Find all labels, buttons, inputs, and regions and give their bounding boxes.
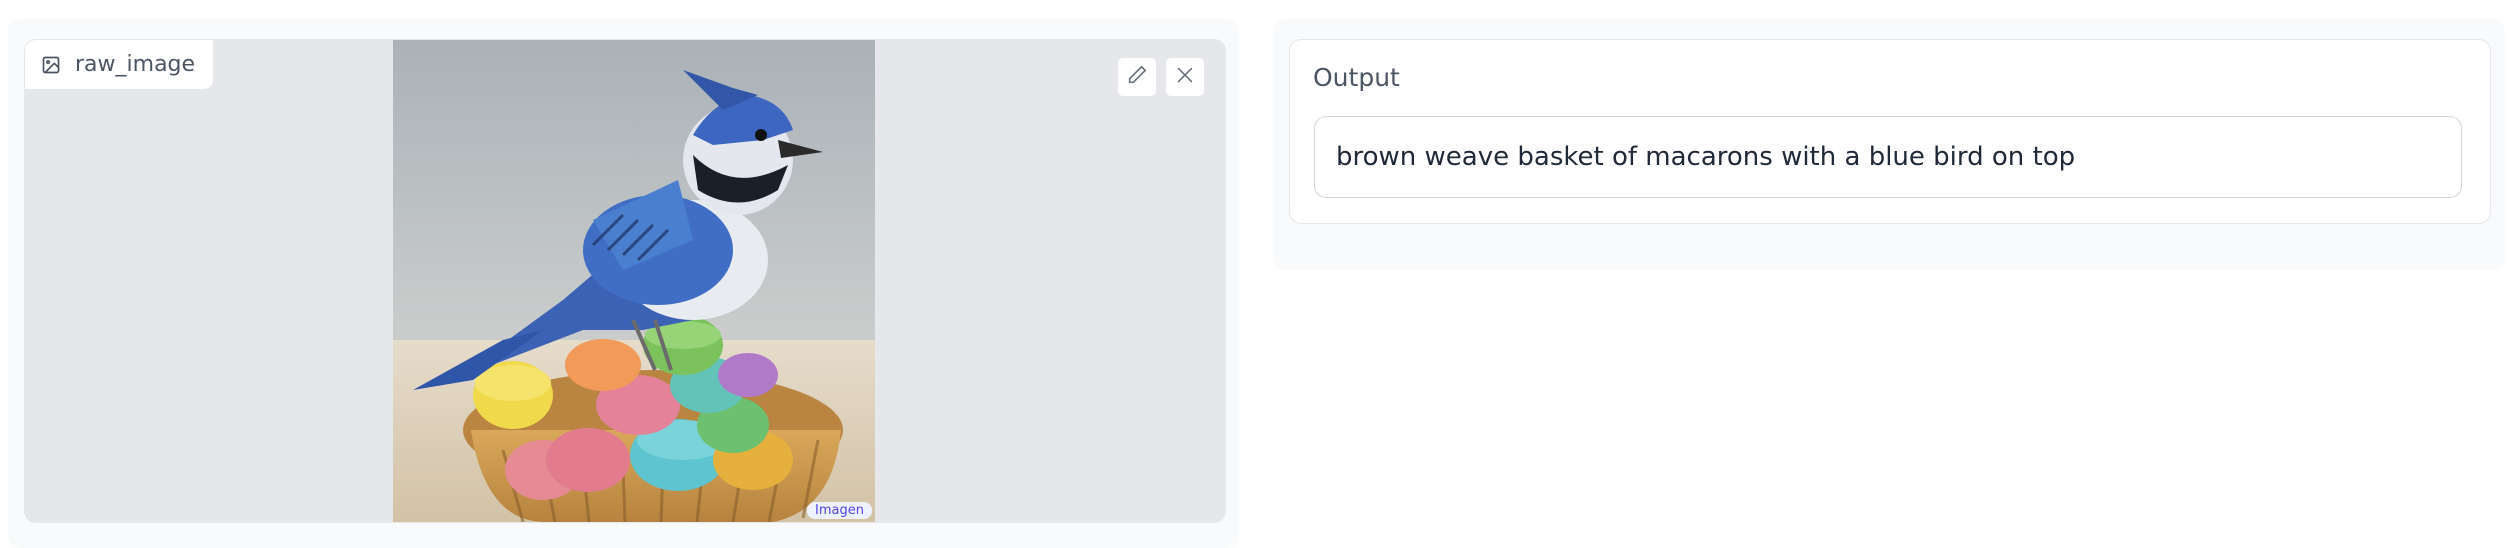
pencil-icon [1126, 64, 1148, 90]
uploaded-image: Imagen [393, 40, 875, 522]
image-icon [41, 55, 61, 75]
image-label: raw_image [75, 52, 196, 77]
output-component: Output brown weave basket of macarons wi… [1289, 39, 2491, 224]
close-icon [1174, 64, 1196, 90]
imagen-badge: Imagen [807, 502, 872, 519]
output-column: Output brown weave basket of macarons wi… [1273, 19, 2505, 270]
close-button[interactable] [1165, 57, 1205, 97]
image-input-component[interactable]: Imagen raw_image [24, 39, 1226, 523]
image-label-chip: raw_image [25, 40, 215, 90]
input-column: Imagen raw_image [8, 19, 1239, 548]
edit-button[interactable] [1117, 57, 1157, 97]
output-textbox[interactable]: brown weave basket of macarons with a bl… [1314, 116, 2462, 198]
output-label: Output [1313, 63, 1400, 92]
